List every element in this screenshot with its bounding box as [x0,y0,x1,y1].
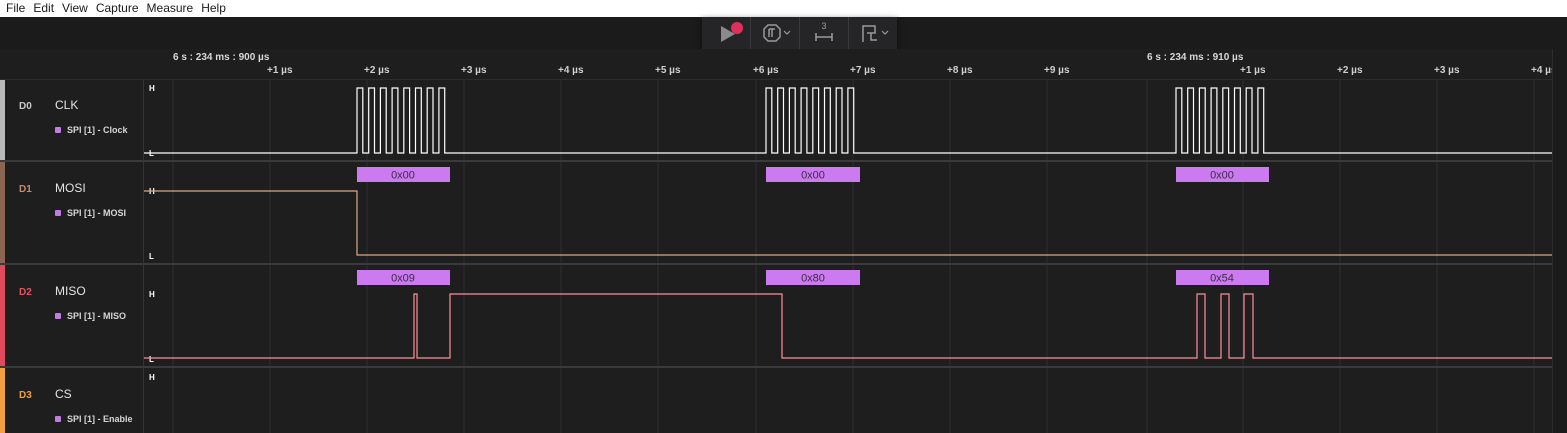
menu-capture[interactable]: Capture [92,0,143,17]
timeline-anchor-label: 6 s : 234 ms : 900 µs [173,52,270,63]
miso-byte-value: 0x09 [391,273,415,285]
channel-color-strip [0,162,5,263]
channel-name[interactable]: CS [55,387,72,401]
level-low-label: L [149,252,154,261]
channel-row-d2[interactable]: D2 MISO SPI [1] - MISO [0,265,144,368]
measure-count: 3 [821,21,826,31]
miso-byte-value: 0x54 [1210,273,1234,285]
analyzer-label: SPI [1] - MOSI [67,208,127,218]
channel-row-d3[interactable]: D3 CS SPI [1] - Enable [0,368,144,433]
channel-number: D2 [19,287,32,298]
level-low-label: L [149,355,154,364]
timeline-tick-label: +9 µs [1044,65,1070,76]
analyzer-label: SPI [1] - Enable [67,414,133,424]
level-high-label: H [149,373,155,382]
timeline-tick-label: +2 µs [1337,65,1363,76]
menu-file[interactable]: File [0,0,29,17]
channel-name[interactable]: CLK [55,98,78,112]
miso-byte-value: 0x80 [801,273,825,285]
trigger-chip-icon [763,24,791,42]
vertical-scrollbar[interactable] [1552,49,1567,433]
analyzer-color-dot [55,416,61,422]
analyzer-tag[interactable]: SPI [1] - MOSI [55,208,126,218]
timeline-tick-label: +1 µs [267,65,293,76]
analyzer-tag[interactable]: SPI [1] - Enable [55,414,133,424]
channel-list-header [0,49,145,80]
miso-waveform [144,293,1552,359]
timeline-tick-label: +2 µs [364,65,390,76]
timing-marker-icon: 3 [815,21,833,41]
timeline-tick-label: +3 µs [1434,65,1460,76]
mosi-waveform [144,190,1552,256]
flag-marker-icon [862,25,889,42]
timeline-tick-label: +4 µs [558,65,584,76]
waveform-area[interactable]: H L H L H L H 0x00 0x00 0x00 0x09 0x80 0… [144,80,1552,433]
channel-number: D1 [19,184,32,195]
analyzer-tag[interactable]: SPI [1] - Clock [55,125,128,135]
decoded-bytes: 0x00 0x00 0x00 0x09 0x80 0x54 [357,167,1269,285]
start-capture-button[interactable] [702,17,751,49]
timeline-tick-label: +7 µs [850,65,876,76]
channel-row-d1[interactable]: D1 MOSI SPI [1] - MOSI [0,162,144,265]
timeline-tick-label: +3 µs [461,65,487,76]
measure-button[interactable]: 3 [800,17,849,49]
timeline-ruler[interactable]: 6 s : 234 ms : 900 µs 6 s : 234 ms : 910… [144,49,1557,80]
waveform-traces [144,87,1552,359]
menu-view[interactable]: View [58,0,92,17]
menu-bar: File Edit View Capture Measure Help [0,0,1567,17]
capture-toolbar-group: 3 [702,17,897,49]
channel-number: D0 [19,101,32,112]
play-record-icon [721,22,743,42]
mosi-byte-value: 0x00 [1210,170,1234,182]
annotation-menu-button[interactable] [849,17,897,49]
level-high-label: H [149,290,155,299]
channel-row-d0[interactable]: D0 CLK SPI [1] - Clock [0,80,144,162]
menu-edit[interactable]: Edit [29,0,58,17]
analyzer-color-dot [55,127,61,133]
channel-name[interactable]: MOSI [55,181,86,195]
mosi-byte-value: 0x00 [801,170,825,182]
toolbar: 3 [0,17,1567,50]
analyzer-color-dot [55,210,61,216]
channel-name[interactable]: MISO [55,284,86,298]
timeline-anchor-label: 6 s : 234 ms : 910 µs [1147,52,1244,63]
channel-number: D3 [19,390,32,401]
channel-color-strip [0,265,5,366]
timeline-tick-label: +6 µs [753,65,779,76]
menu-help[interactable]: Help [197,0,230,17]
trigger-menu-button[interactable] [751,17,800,49]
analyzer-label: SPI [1] - Clock [67,125,128,135]
timeline-tick-label: +5 µs [655,65,681,76]
menu-measure[interactable]: Measure [143,0,198,17]
analyzer-label: SPI [1] - MISO [67,311,127,321]
level-markers: H L H L H L H [149,84,155,382]
timeline-tick-label: +8 µs [947,65,973,76]
analyzer-color-dot [55,313,61,319]
timeline-tick-label: +1 µs [1240,65,1266,76]
clk-waveform [144,87,1552,154]
level-high-label: H [149,84,155,93]
channel-color-strip [0,368,5,433]
channel-color-strip [0,80,5,160]
mosi-byte-value: 0x00 [391,170,415,182]
analyzer-tag[interactable]: SPI [1] - MISO [55,311,126,321]
